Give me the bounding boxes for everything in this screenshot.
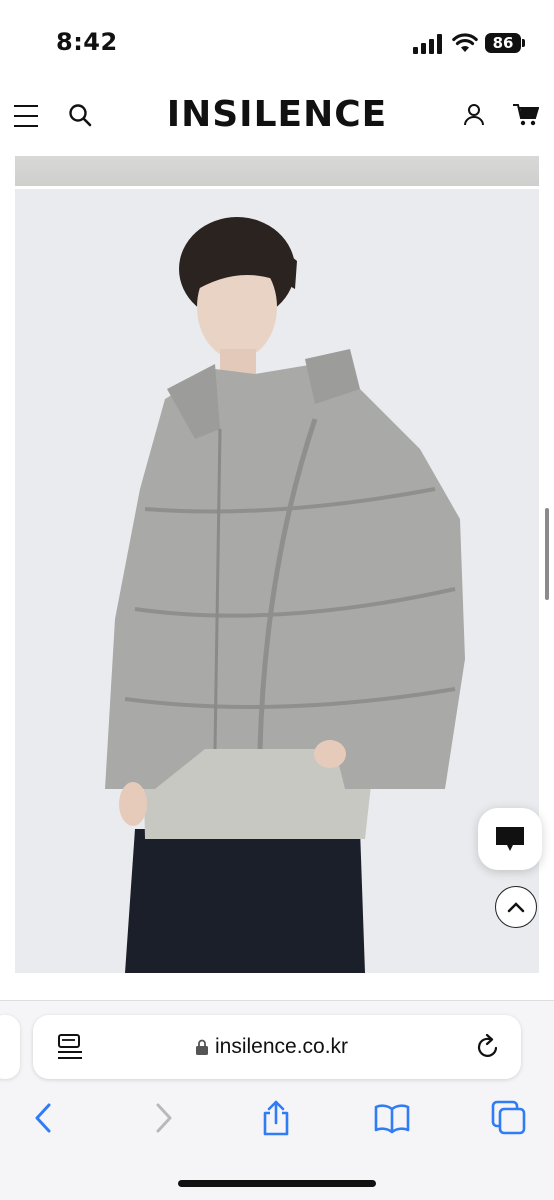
scroll-top-button[interactable] <box>495 886 537 928</box>
battery-icon: 86 <box>485 33 521 53</box>
back-icon[interactable] <box>26 1100 62 1136</box>
battery-nub <box>522 39 525 47</box>
menu-icon[interactable] <box>14 104 38 128</box>
product-photo[interactable] <box>15 189 539 973</box>
forward-icon[interactable] <box>145 1100 181 1136</box>
chat-icon <box>496 827 524 851</box>
reader-icon[interactable] <box>58 1034 82 1060</box>
product-image-strip[interactable] <box>15 156 539 186</box>
bookmarks-icon[interactable] <box>374 1100 410 1136</box>
share-icon[interactable] <box>258 1100 294 1136</box>
brand-logo[interactable]: INSILENCE <box>120 94 434 135</box>
status-time: 8:42 <box>56 28 118 56</box>
battery-level: 86 <box>492 34 514 52</box>
tabs-icon[interactable] <box>491 1100 527 1136</box>
wifi-icon <box>452 33 478 52</box>
browser-bar-divider <box>0 1000 554 1001</box>
reload-icon[interactable] <box>476 1034 500 1060</box>
url-text[interactable]: insilence.co.kr <box>215 1035 348 1059</box>
chat-button[interactable] <box>478 808 542 870</box>
previous-tab-card[interactable] <box>0 1015 20 1079</box>
signal-icon <box>413 34 442 54</box>
lock-icon <box>196 1039 208 1055</box>
cart-icon[interactable] <box>513 103 539 127</box>
home-indicator[interactable] <box>178 1180 376 1187</box>
scroll-indicator[interactable] <box>545 508 549 600</box>
chevron-up-icon <box>507 902 525 913</box>
account-icon[interactable] <box>463 103 485 127</box>
search-icon[interactable] <box>68 103 92 127</box>
